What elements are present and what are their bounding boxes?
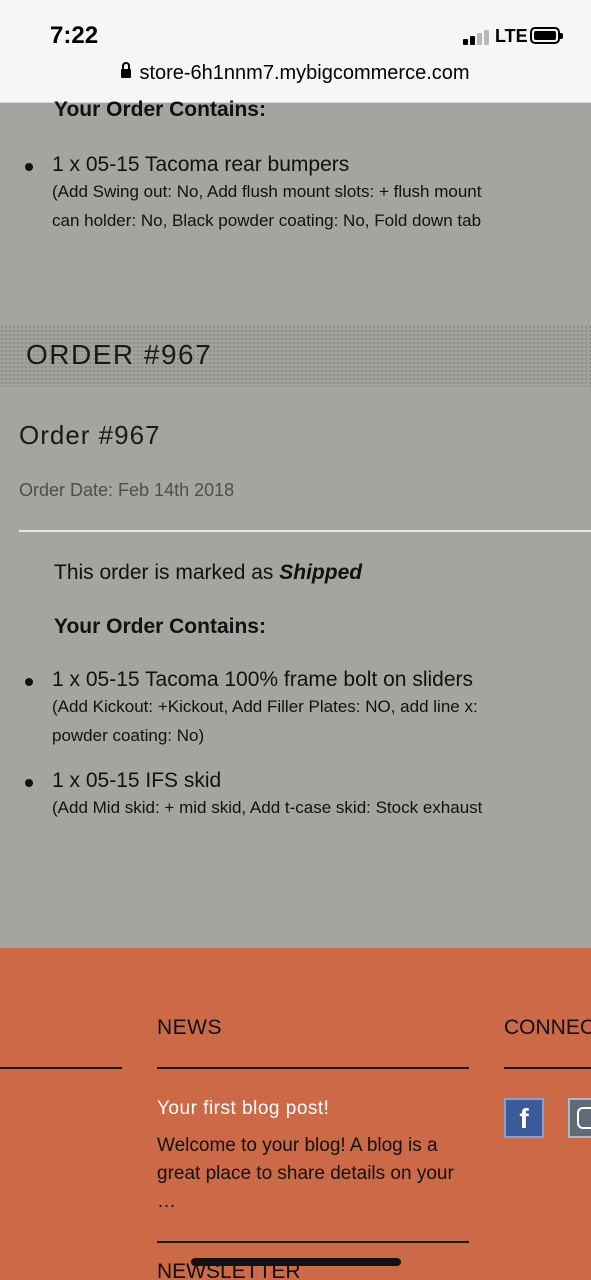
battery-icon <box>530 27 563 44</box>
blog-post-excerpt: Welcome to your blog! A blog is a great … <box>157 1135 454 1212</box>
order-status-prefix: This order is marked as <box>54 561 280 584</box>
item-options: (Add Swing out: No, Add flush mount slot… <box>52 182 482 201</box>
item-options: can holder: No, Black powder coating: No… <box>52 211 482 230</box>
item-options: (Add Kickout: +Kickout, Add Filler Plate… <box>52 697 478 716</box>
lock-icon <box>121 62 132 78</box>
divider <box>19 530 591 532</box>
address-bar[interactable]: store-6h1nnm7.mybigcommerce.com <box>0 62 591 88</box>
order-item: 1 x 05-15 IFS skid (Add Mid skid: + mid … <box>0 769 591 822</box>
blog-post-link[interactable]: Your first blog post! <box>157 1098 329 1120</box>
order-item: 1 x 05-15 Tacoma 100% frame bolt on slid… <box>0 668 591 750</box>
instagram-icon[interactable] <box>568 1098 591 1138</box>
footer-divider <box>504 1067 591 1069</box>
network-label: LTE <box>495 26 528 46</box>
order-date: Order Date: Feb 14th 2018 <box>19 480 235 500</box>
footer-divider <box>157 1067 469 1069</box>
order-contains-heading: Your Order Contains: <box>54 98 266 121</box>
order-title: Order #967 <box>19 420 161 450</box>
footer-divider <box>157 1241 469 1243</box>
footer-divider <box>0 1067 122 1069</box>
order-header-band: ORDER #967 <box>0 325 591 387</box>
status-bar: 7:22 LTE store-6h1nnm7.mybigcommerce.com <box>0 0 591 103</box>
item-name: 1 x 05-15 Tacoma rear bumpers <box>52 153 350 176</box>
order-items-list: 1 x 05-15 Tacoma 100% frame bolt on slid… <box>0 668 591 822</box>
facebook-icon[interactable]: f <box>504 1098 544 1138</box>
item-options: (Add Mid skid: + mid skid, Add t-case sk… <box>52 798 483 817</box>
item-options: powder coating: No) <box>52 726 205 745</box>
order-contains-heading: Your Order Contains: <box>54 615 266 638</box>
url-text: store-6h1nnm7.mybigcommerce.com <box>139 62 470 84</box>
signal-icon <box>463 29 491 45</box>
order-status: This order is marked as Shipped <box>54 561 362 585</box>
item-name: 1 x 05-15 IFS skid <box>52 769 222 792</box>
site-footer: NEWS CONNECT Your first blog post! Welco… <box>0 948 591 1280</box>
order-band-title: ORDER #967 <box>26 339 213 370</box>
footer-news-heading: NEWS <box>157 1016 222 1039</box>
order-item: 1 x 05-15 Tacoma rear bumpers (Add Swing… <box>0 153 591 235</box>
item-name: 1 x 05-15 Tacoma 100% frame bolt on slid… <box>52 668 474 691</box>
home-indicator[interactable] <box>191 1258 401 1266</box>
footer-connect-heading: CONNECT <box>504 1016 591 1039</box>
status-time: 7:22 <box>50 22 99 49</box>
order-status-value: Shipped <box>279 561 363 584</box>
